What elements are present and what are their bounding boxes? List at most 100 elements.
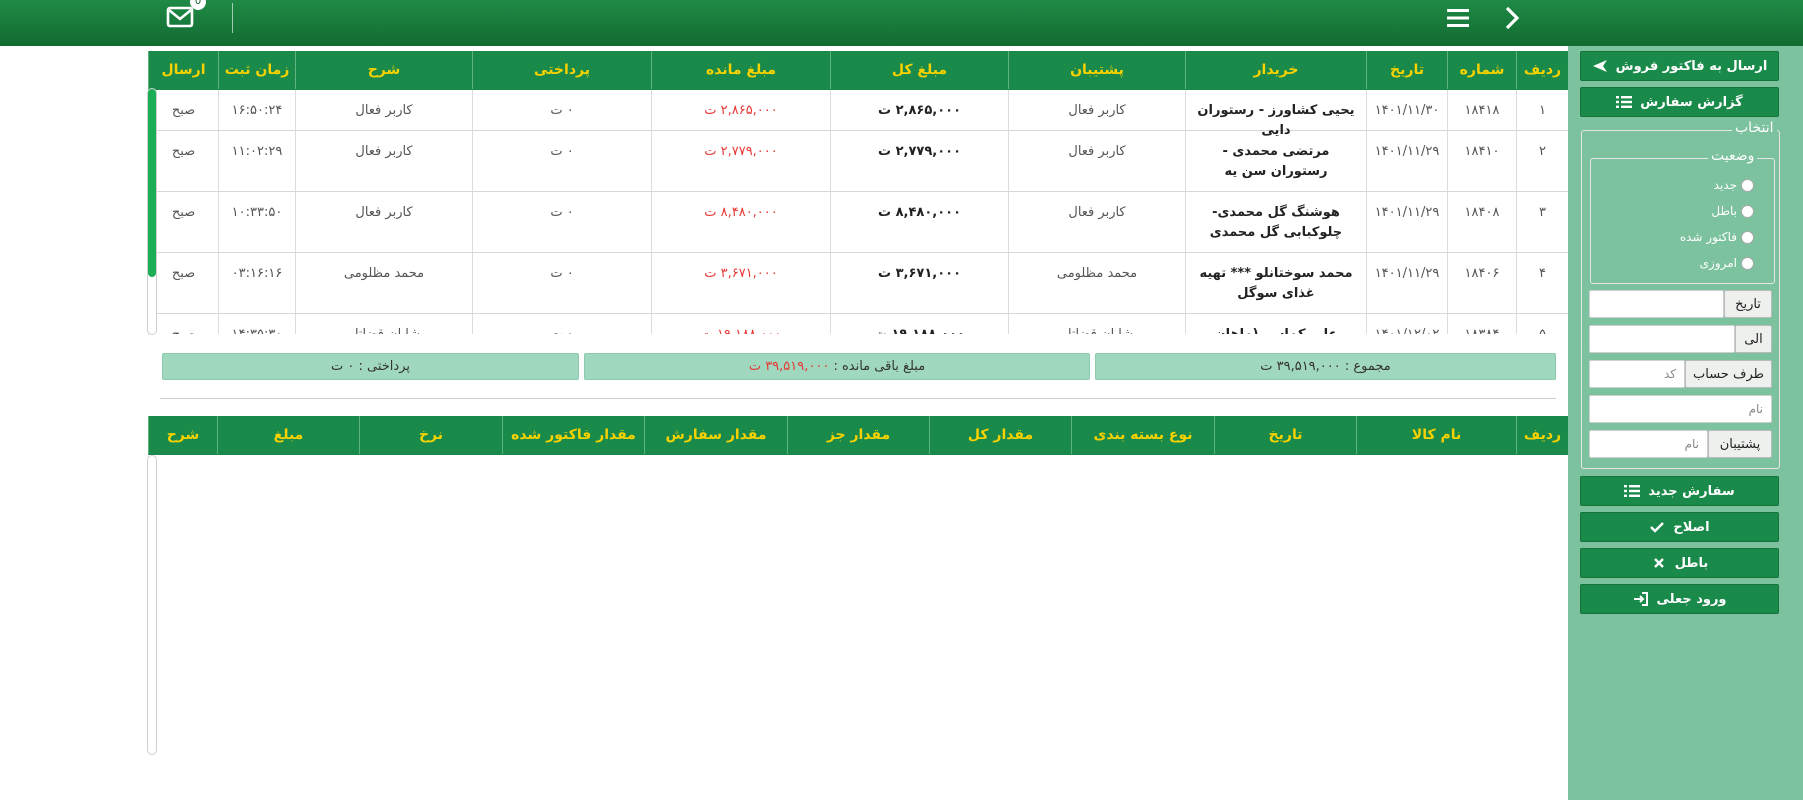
table-row[interactable]: ۵ ۱۸۳۸۴ ۱۴۰۱/۱۲/۰۲ علی کماسی(ماهان ترافی… xyxy=(148,314,1568,334)
col-header[interactable]: نام کالا xyxy=(1356,416,1516,454)
cell-number: ۱۸۴۱۸ xyxy=(1447,90,1516,130)
radio-label: باطل xyxy=(1711,204,1737,218)
check-icon xyxy=(1650,522,1665,533)
items-scrollbar[interactable] xyxy=(147,455,157,755)
send-to-invoice-label: ارسال به فاکتور فروش xyxy=(1615,58,1768,74)
col-header[interactable]: ردیف xyxy=(1516,416,1568,454)
status-radio-invoiced[interactable]: فاکتور شده xyxy=(1640,227,1754,247)
fake-login-label: ورود جعلی xyxy=(1656,591,1727,607)
date-button[interactable]: تاریخ xyxy=(1724,290,1772,318)
hamburger-icon[interactable] xyxy=(1444,6,1472,30)
cell-date: ۱۴۰۱/۱۱/۲۹ xyxy=(1366,253,1447,313)
col-header[interactable]: خریدار xyxy=(1185,51,1366,89)
radio-button[interactable] xyxy=(1741,256,1754,270)
cell-date: ۱۴۰۱/۱۱/۳۰ xyxy=(1366,90,1447,130)
envelope-icon[interactable] xyxy=(166,5,196,29)
cell-date: ۱۴۰۱/۱۱/۲۹ xyxy=(1366,131,1447,191)
support-button[interactable]: پشتیبان xyxy=(1708,430,1772,458)
orders-scrollbar-thumb[interactable] xyxy=(148,89,156,277)
edit-button[interactable]: اصلاح xyxy=(1580,512,1779,542)
orders-scrollbar[interactable] xyxy=(147,88,157,335)
cell-desc: محمد مظلومی xyxy=(295,253,472,313)
cell-desc: کاربر فعال xyxy=(295,131,472,191)
cell-total: ۳,۶۷۱,۰۰۰ ت xyxy=(830,253,1008,313)
top-separator xyxy=(232,3,233,33)
chevron-right-icon[interactable] xyxy=(1500,4,1524,32)
status-radio-new[interactable]: جدید xyxy=(1640,175,1754,195)
col-header[interactable]: تاریخ xyxy=(1214,416,1356,454)
cell-number: ۱۸۴۰۸ xyxy=(1447,192,1516,252)
cell-send: صبح xyxy=(148,314,218,334)
date-from-input[interactable] xyxy=(1589,290,1724,318)
col-header[interactable]: مقدار سفارش xyxy=(644,416,787,454)
cell-number: ۱۸۴۰۶ xyxy=(1447,253,1516,313)
date-to-input[interactable] xyxy=(1589,325,1735,353)
col-header[interactable]: پشتیبان xyxy=(1008,51,1185,89)
col-header[interactable]: مقدار جز xyxy=(787,416,929,454)
table-row[interactable]: ۳ ۱۸۴۰۸ ۱۴۰۱/۱۱/۲۹ هوشنگ گل محمدی- چلوکب… xyxy=(148,192,1568,253)
col-header[interactable]: زمان ثبت xyxy=(218,51,295,89)
col-header[interactable]: شماره xyxy=(1447,51,1516,89)
list-icon xyxy=(1616,96,1633,108)
col-header[interactable]: شرح xyxy=(295,51,472,89)
radio-button[interactable] xyxy=(1741,230,1754,244)
orders-table: ردیف شماره تاریخ خریدار پشتیبان مبلغ کل … xyxy=(148,51,1568,334)
cell-number: ۱۸۴۱۰ xyxy=(1447,131,1516,191)
table-row[interactable]: ۲ ۱۸۴۱۰ ۱۴۰۱/۱۱/۲۹ مرتضی محمدی - رستوران… xyxy=(148,131,1568,192)
send-to-invoice-button[interactable]: ارسال به فاکتور فروش xyxy=(1580,51,1779,81)
col-header[interactable]: مبلغ xyxy=(217,416,359,454)
cell-time: ۰۳:۱۶:۱۶ xyxy=(218,253,295,313)
summary-total: مجموع : ۳۹,۵۱۹,۰۰۰ ت xyxy=(1095,353,1556,380)
cell-support: شایان قضاتلو xyxy=(1008,314,1185,334)
cell-send: صبح xyxy=(148,131,218,191)
account-name-input[interactable]: نام xyxy=(1589,395,1772,423)
cell-remaining: ۲,۸۶۵,۰۰۰ ت xyxy=(651,90,830,130)
cell-date: ۱۴۰۱/۱۱/۲۹ xyxy=(1366,192,1447,252)
cell-row: ۴ xyxy=(1516,253,1568,313)
new-order-button[interactable]: سفارش جدید xyxy=(1580,476,1779,506)
cell-buyer: یحیی کشاورز - رستوران دایی xyxy=(1185,90,1366,138)
col-header[interactable]: شرح xyxy=(148,416,217,454)
cell-support: کاربر فعال xyxy=(1008,192,1185,252)
col-header[interactable]: پرداختی xyxy=(472,51,651,89)
col-header[interactable]: ارسال xyxy=(148,51,218,89)
summary-remaining-value: ۳۹,۵۱۹,۰۰۰ ت xyxy=(748,359,830,374)
table-row[interactable]: ۱ ۱۸۴۱۸ ۱۴۰۱/۱۱/۳۰ یحیی کشاورز - رستوران… xyxy=(148,90,1568,138)
cell-paid: ۰ ت xyxy=(472,314,651,334)
cell-row: ۱ xyxy=(1516,90,1568,130)
col-header[interactable]: ردیف xyxy=(1516,51,1568,89)
col-header[interactable]: نرخ xyxy=(359,416,502,454)
cell-remaining: ۱۹,۱۸۸,۰۰۰ ت xyxy=(651,314,830,334)
cell-desc: کاربر فعال xyxy=(295,90,472,130)
section-divider xyxy=(160,398,1556,399)
status-legend: وضعیت xyxy=(1708,148,1758,164)
status-radio-void[interactable]: باطل xyxy=(1640,201,1754,221)
cell-buyer: هوشنگ گل محمدی- چلوکبابی گل محمدی xyxy=(1185,192,1366,252)
cancel-button[interactable]: باطل xyxy=(1580,548,1779,578)
support-name-input[interactable]: نام xyxy=(1589,430,1708,458)
col-header[interactable]: مبلغ مانده xyxy=(651,51,830,89)
col-header[interactable]: مبلغ کل xyxy=(830,51,1008,89)
col-header[interactable]: نوع بسته بندی xyxy=(1071,416,1214,454)
orders-table-body: ۱ ۱۸۴۱۸ ۱۴۰۱/۱۱/۳۰ یحیی کشاورز - رستوران… xyxy=(148,90,1568,334)
col-header[interactable]: مقدار فاکتور شده xyxy=(502,416,644,454)
order-report-button[interactable]: گزارش سفارش xyxy=(1580,87,1779,117)
radio-button[interactable] xyxy=(1741,204,1754,218)
to-button[interactable]: الی xyxy=(1735,325,1772,353)
table-row[interactable]: ۴ ۱۸۴۰۶ ۱۴۰۱/۱۱/۲۹ محمد سوختانلو *** تهی… xyxy=(148,253,1568,314)
radio-button[interactable] xyxy=(1741,178,1754,192)
cell-paid: ۰ ت xyxy=(472,253,651,313)
cancel-label: باطل xyxy=(1674,555,1709,571)
col-header[interactable]: مقدار کل xyxy=(929,416,1071,454)
account-code-input[interactable]: کد xyxy=(1589,360,1685,388)
status-radio-today[interactable]: امروزی xyxy=(1640,253,1754,273)
account-button[interactable]: طرف حساب xyxy=(1685,360,1772,388)
fake-login-button[interactable]: ورود جعلی xyxy=(1580,584,1779,614)
cell-total: ۲,۸۶۵,۰۰۰ ت xyxy=(830,90,1008,130)
cell-paid: ۰ ت xyxy=(472,90,651,130)
cell-buyer: محمد سوختانلو *** تهیه غذای سوگل xyxy=(1185,253,1366,313)
cell-support: محمد مظلومی xyxy=(1008,253,1185,313)
new-order-label: سفارش جدید xyxy=(1648,483,1735,499)
col-header[interactable]: تاریخ xyxy=(1366,51,1447,89)
cell-time: ۱۶:۵۰:۲۴ xyxy=(218,90,295,130)
